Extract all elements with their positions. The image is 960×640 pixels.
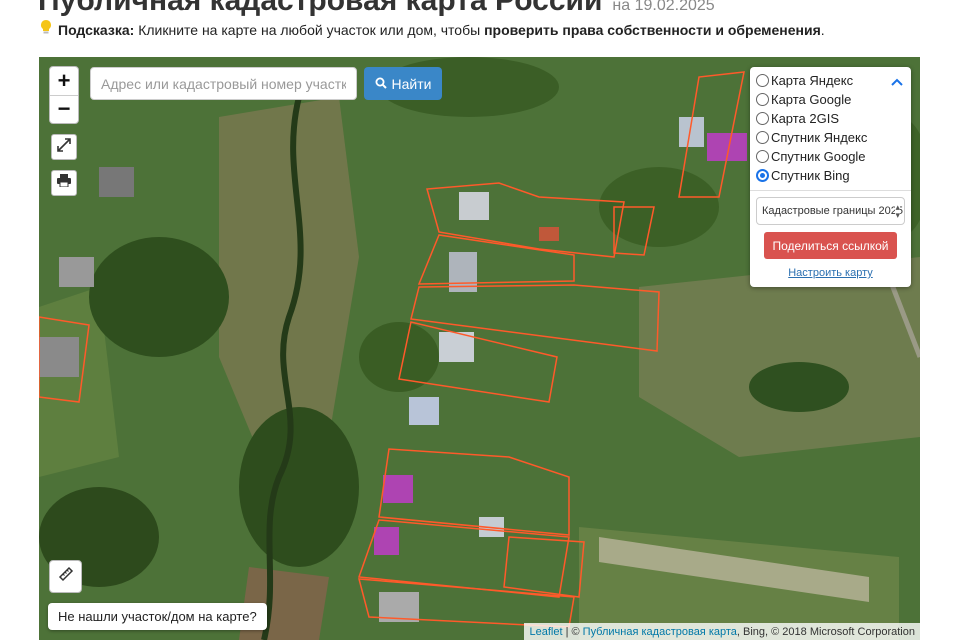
zoom-out-button[interactable]: − bbox=[50, 94, 78, 124]
zoom-control: + − bbox=[49, 66, 79, 124]
map-view[interactable]: + − Найти Не нашли участок/дом на карте?… bbox=[39, 57, 920, 640]
not-found-button[interactable]: Не нашли участок/дом на карте? bbox=[48, 603, 267, 630]
lightbulb-icon bbox=[40, 19, 54, 38]
highlighted-building[interactable] bbox=[374, 527, 399, 555]
radio-button-selected[interactable] bbox=[756, 169, 769, 182]
layer-option-yandex-map[interactable]: Карта Яндекс bbox=[756, 71, 905, 90]
highlighted-building[interactable] bbox=[383, 475, 413, 503]
layers-panel: Карта Яндекс Карта Google Карта 2GIS Спу… bbox=[750, 67, 911, 287]
leaflet-link[interactable]: Leaflet bbox=[529, 626, 562, 638]
radio-button[interactable] bbox=[756, 93, 769, 106]
divider bbox=[750, 190, 911, 191]
ruler-icon bbox=[58, 566, 74, 587]
search-icon bbox=[375, 76, 387, 92]
search-button-label: Найти bbox=[391, 75, 432, 92]
zoom-in-button[interactable]: + bbox=[50, 67, 78, 95]
map-attribution: Leaflet | © Публичная кадастровая карта … bbox=[524, 623, 920, 640]
radio-button[interactable] bbox=[756, 150, 769, 163]
share-link-button[interactable]: Поделиться ссылкой bbox=[764, 232, 897, 259]
radio-button[interactable] bbox=[756, 74, 769, 87]
print-button[interactable] bbox=[51, 170, 77, 196]
cadastral-layer-select[interactable]: Кадастровые границы 2025 ▴ ▾ bbox=[756, 197, 905, 225]
layer-option-bing-satellite[interactable]: Спутник Bing bbox=[756, 166, 905, 185]
hint-bold-text: проверить права собственности и обремене… bbox=[484, 22, 821, 38]
print-icon bbox=[57, 174, 71, 192]
radio-button[interactable] bbox=[756, 112, 769, 125]
page-date: на 19.02.2025 bbox=[612, 0, 715, 14]
pkk-link[interactable]: Публичная кадастровая карта bbox=[583, 626, 737, 638]
configure-map-link[interactable]: Настроить карту bbox=[756, 267, 905, 279]
fullscreen-button[interactable] bbox=[51, 134, 77, 160]
hint-text: Кликните на карте на любой участок или д… bbox=[138, 22, 481, 38]
layer-option-google-map[interactable]: Карта Google bbox=[756, 90, 905, 109]
select-arrows-icon: ▴ ▾ bbox=[895, 202, 900, 220]
hint-bar: Подсказка: Кликните на карте на любой уч… bbox=[40, 19, 825, 38]
fullscreen-icon bbox=[57, 137, 71, 157]
layer-option-yandex-satellite[interactable]: Спутник Яндекс bbox=[756, 128, 905, 147]
layer-option-google-satellite[interactable]: Спутник Google bbox=[756, 147, 905, 166]
search-button[interactable]: Найти bbox=[364, 67, 442, 100]
layer-option-2gis-map[interactable]: Карта 2GIS bbox=[756, 109, 905, 128]
address-search-input[interactable] bbox=[90, 67, 357, 100]
measure-button[interactable] bbox=[49, 560, 82, 593]
radio-button[interactable] bbox=[756, 131, 769, 144]
page-title: Публичная кадастровая карта России на 19.… bbox=[38, 0, 715, 17]
chevron-up-icon[interactable] bbox=[891, 73, 903, 89]
hint-label: Подсказка: bbox=[58, 22, 135, 38]
